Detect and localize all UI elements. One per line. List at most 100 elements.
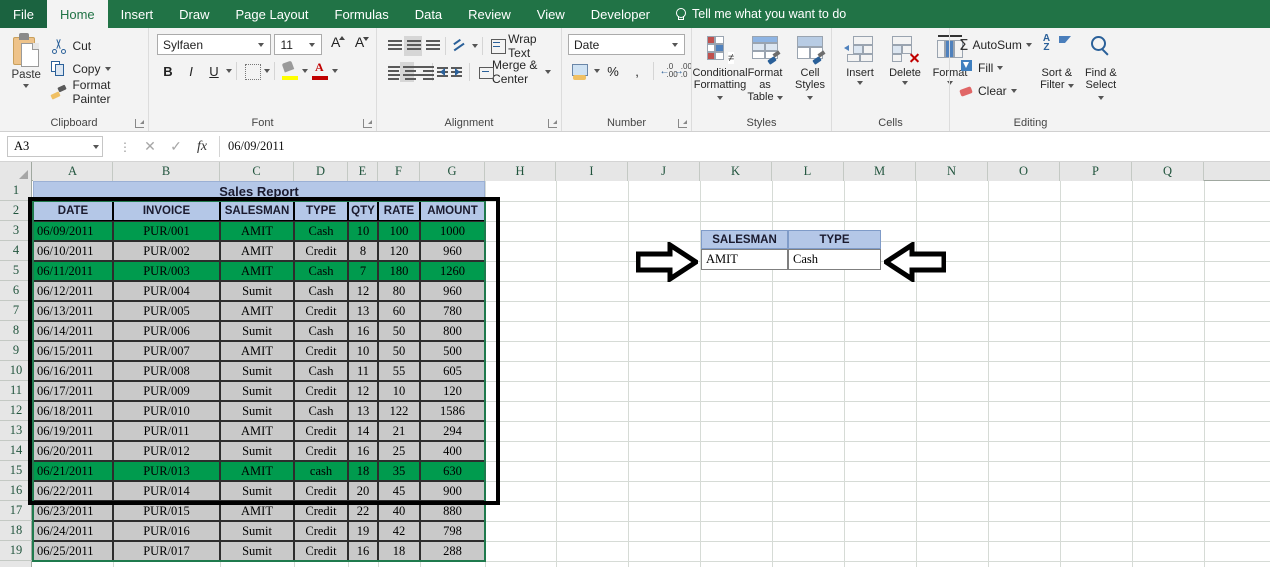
cell-type-row-14[interactable]: Credit (294, 441, 348, 461)
borders-chevron-down-icon[interactable] (264, 69, 270, 73)
column-header-b[interactable]: B (113, 162, 220, 181)
cell-type-row-19[interactable]: Credit (294, 541, 348, 561)
column-header-o[interactable]: O (988, 162, 1060, 181)
paste-chevron-down-icon[interactable] (23, 84, 30, 88)
cell-qty-row-13[interactable]: 14 (348, 421, 378, 441)
cell-qty-row-3[interactable]: 10 (348, 221, 378, 241)
cell-salesman-row-17[interactable]: AMIT (220, 501, 294, 521)
row-header-11[interactable]: 11 (0, 381, 32, 401)
cell-type-row-13[interactable]: Credit (294, 421, 348, 441)
criteria-header-type[interactable]: TYPE (788, 230, 881, 249)
cell-type-row-17[interactable]: Credit (294, 501, 348, 521)
column-header-p[interactable]: P (1060, 162, 1132, 181)
orientation-chevron-down-icon[interactable] (471, 44, 478, 48)
cell-rate-row-11[interactable]: 10 (378, 381, 420, 401)
cell-styles-button[interactable]: Cell Styles (788, 33, 832, 103)
fill-color-button[interactable] (279, 60, 301, 82)
criteria-value-salesman[interactable]: AMIT (701, 249, 788, 270)
tab-formulas[interactable]: Formulas (322, 0, 402, 28)
cell-rate-row-3[interactable]: 100 (378, 221, 420, 241)
column-header-h[interactable]: H (485, 162, 556, 181)
cell-amount-row-13[interactable]: 294 (420, 421, 485, 441)
row-header-15[interactable]: 15 (0, 461, 32, 481)
font-size-combo[interactable]: 11 (274, 34, 323, 55)
column-header-l[interactable]: L (772, 162, 844, 181)
cell-rate-row-14[interactable]: 25 (378, 441, 420, 461)
column-header-a[interactable]: A (33, 162, 113, 181)
cell-date-row-16[interactable]: 06/22/2011 (33, 481, 113, 501)
cell-invoice-row-4[interactable]: PUR/002 (113, 241, 220, 261)
cell-invoice-row-7[interactable]: PUR/005 (113, 301, 220, 321)
cell-title-sales-report[interactable]: Sales Report (33, 181, 485, 201)
cell-date-row-7[interactable]: 06/13/2011 (33, 301, 113, 321)
align-bottom-button[interactable] (423, 36, 441, 56)
cell-invoice-row-11[interactable]: PUR/009 (113, 381, 220, 401)
tab-insert[interactable]: Insert (108, 0, 167, 28)
align-center-button[interactable] (399, 62, 419, 82)
underline-chevron-down-icon[interactable] (226, 69, 232, 73)
row-header-6[interactable]: 6 (0, 281, 32, 301)
cell-type-row-8[interactable]: Cash (294, 321, 348, 341)
clear-button[interactable]: Clear (956, 80, 1035, 101)
cell-rate-row-15[interactable]: 35 (378, 461, 420, 481)
bold-button[interactable]: B (157, 60, 179, 82)
font-size-chevron-down-icon[interactable] (309, 42, 316, 47)
cell-amount-row-10[interactable]: 605 (420, 361, 485, 381)
fill-color-chevron-down-icon[interactable] (302, 69, 308, 73)
cell-date-row-8[interactable]: 06/14/2011 (33, 321, 113, 341)
row-header-7[interactable]: 7 (0, 301, 32, 321)
cell-rate-row-8[interactable]: 50 (378, 321, 420, 341)
row-header-8[interactable]: 8 (0, 321, 32, 341)
underline-button[interactable]: U (203, 60, 225, 82)
align-right-button[interactable] (415, 62, 434, 82)
cell-salesman-row-4[interactable]: AMIT (220, 241, 294, 261)
increase-font-size-button[interactable]: A (325, 34, 346, 55)
cell-date-row-13[interactable]: 06/19/2011 (33, 421, 113, 441)
autosum-button[interactable]: Σ AutoSum (956, 34, 1035, 55)
cell-salesman-row-13[interactable]: AMIT (220, 421, 294, 441)
comma-style-button[interactable]: , (626, 60, 648, 82)
cell-type-row-12[interactable]: Cash (294, 401, 348, 421)
cell-qty-row-9[interactable]: 10 (348, 341, 378, 361)
row-header-14[interactable]: 14 (0, 441, 32, 461)
cell-rate-row-9[interactable]: 50 (378, 341, 420, 361)
cell-type-row-9[interactable]: Credit (294, 341, 348, 361)
cell-invoice-row-3[interactable]: PUR/001 (113, 221, 220, 241)
copy-chevron-down-icon[interactable] (105, 67, 112, 71)
merge-center-button[interactable]: Merge & Center (474, 58, 555, 86)
cell-qty-row-17[interactable]: 22 (348, 501, 378, 521)
find-select-chevron-down-icon[interactable] (1097, 96, 1104, 100)
cell-date-row-5[interactable]: 06/11/2011 (33, 261, 113, 281)
cell-amount-row-17[interactable]: 880 (420, 501, 485, 521)
percent-style-button[interactable]: % (602, 60, 624, 82)
cell-qty-row-16[interactable]: 20 (348, 481, 378, 501)
cell-qty-row-10[interactable]: 11 (348, 361, 378, 381)
font-name-combo[interactable]: Sylfaen (157, 34, 272, 55)
criteria-header-salesman[interactable]: SALESMAN (701, 230, 788, 249)
row-header-16[interactable]: 16 (0, 481, 32, 501)
tab-data[interactable]: Data (402, 0, 455, 28)
cell-salesman-row-16[interactable]: Sumit (220, 481, 294, 501)
name-box[interactable]: A3 (7, 136, 103, 157)
number-dialog-launcher[interactable] (678, 119, 687, 128)
cell-rate-row-6[interactable]: 80 (378, 281, 420, 301)
cell-type-row-11[interactable]: Credit (294, 381, 348, 401)
paste-button[interactable]: Paste (6, 33, 46, 102)
conditional-formatting-chevron-down-icon[interactable] (717, 96, 723, 100)
cell-qty-row-19[interactable]: 16 (348, 541, 378, 561)
sort-filter-chevron-down-icon[interactable] (1067, 84, 1074, 88)
column-header-n[interactable]: N (916, 162, 988, 181)
cell-amount-row-3[interactable]: 1000 (420, 221, 485, 241)
cell-type-row-16[interactable]: Credit (294, 481, 348, 501)
cell-invoice-row-9[interactable]: PUR/007 (113, 341, 220, 361)
copy-button[interactable]: Copy (48, 59, 142, 79)
format-as-table-button[interactable]: Format as Table (743, 33, 787, 103)
cell-invoice-row-12[interactable]: PUR/010 (113, 401, 220, 421)
column-header-q[interactable]: Q (1132, 162, 1204, 181)
select-all-button[interactable] (0, 162, 32, 181)
cell-amount-row-9[interactable]: 500 (420, 341, 485, 361)
cell-salesman-row-11[interactable]: Sumit (220, 381, 294, 401)
formula-input[interactable]: 06/09/2011 (219, 136, 1268, 157)
row-header-10[interactable]: 10 (0, 361, 32, 381)
font-color-chevron-down-icon[interactable] (332, 69, 338, 73)
